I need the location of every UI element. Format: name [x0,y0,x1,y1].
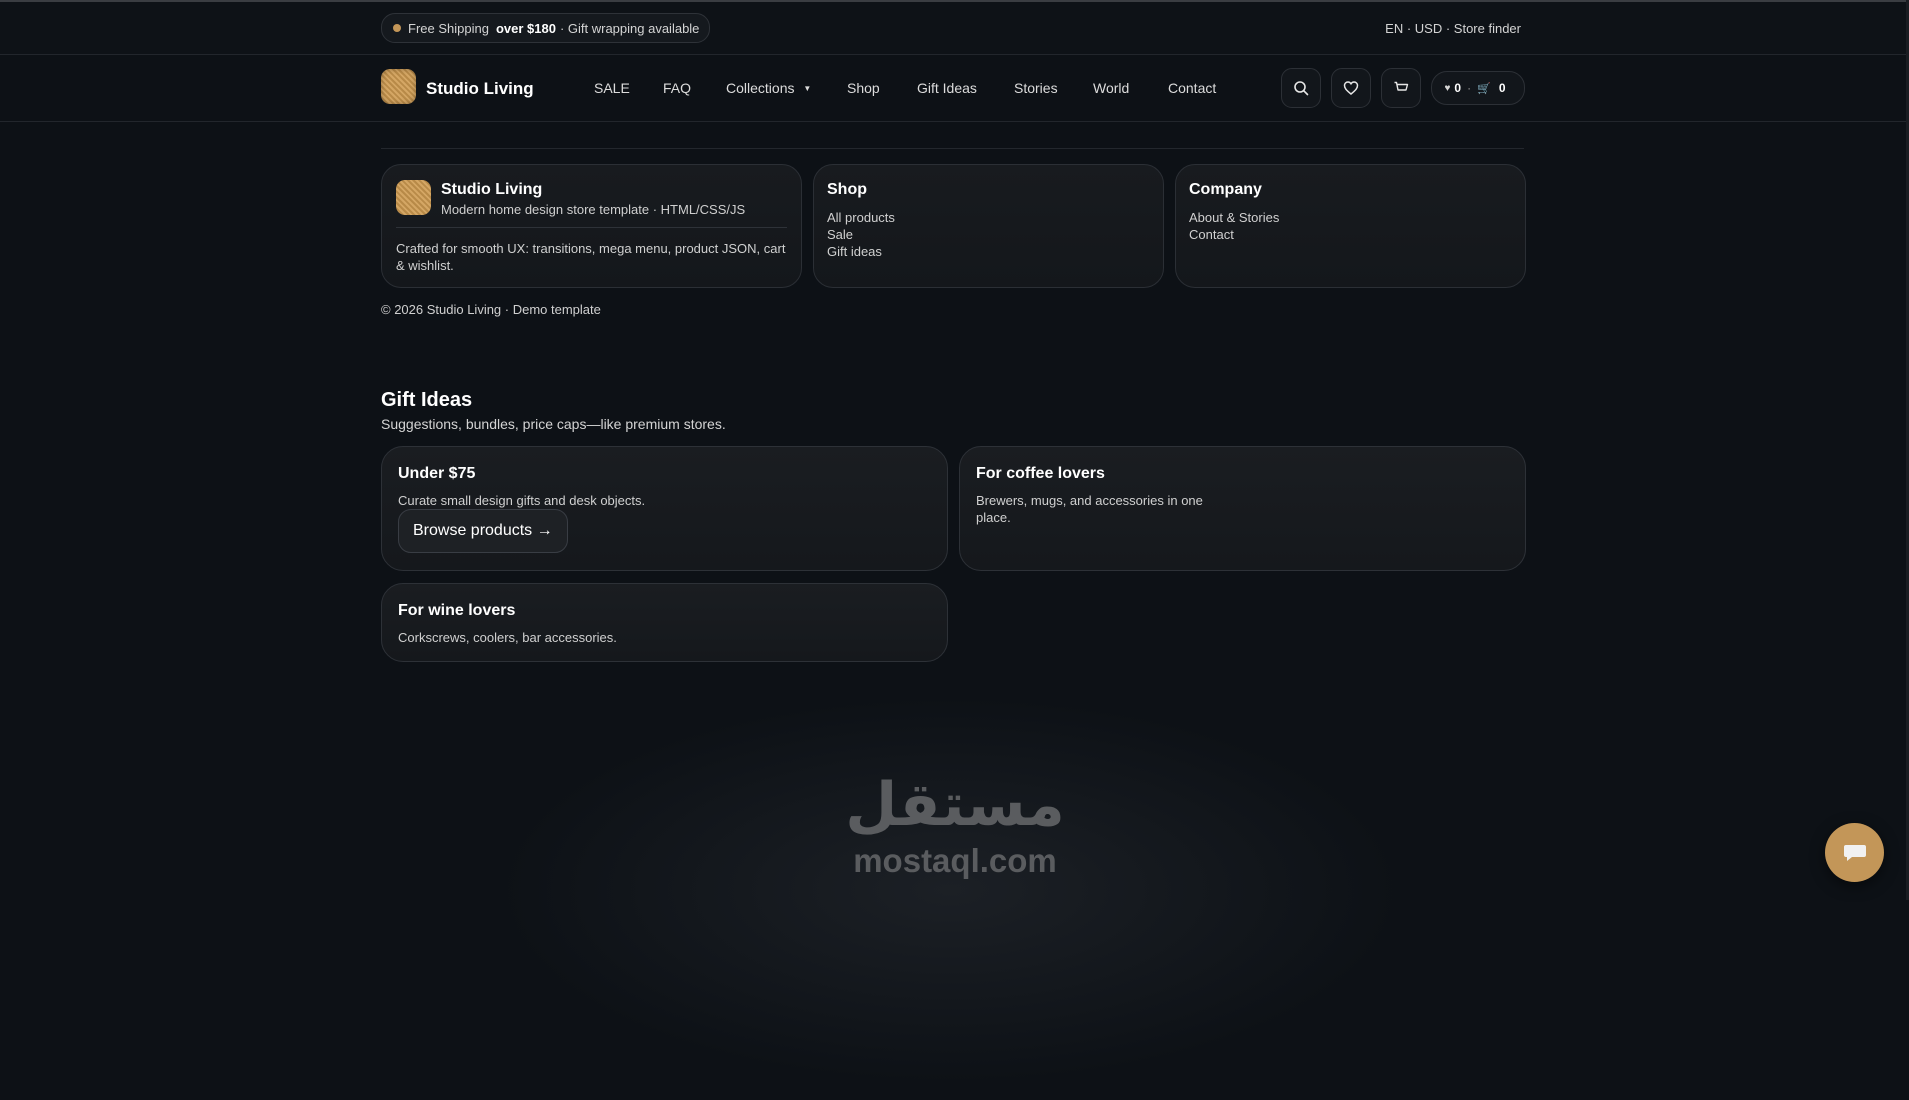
watermark-arabic: مستقل [845,770,1065,840]
heart-small-icon: ♥ [1444,82,1451,94]
nav-shop[interactable]: Shop [847,80,880,96]
gift-card-under-75[interactable]: Under $75 Curate small design gifts and … [381,446,948,571]
gift-card-wine-lovers[interactable]: For wine lovers Corkscrews, coolers, bar… [381,583,948,662]
utility-links[interactable]: EN · USD · Store finder [1385,21,1521,36]
brand-logo-small [396,180,431,215]
nav-world[interactable]: World [1093,80,1129,96]
divider [396,227,787,228]
cart-icon [1394,81,1409,91]
footer-link-about-stories[interactable]: About & Stories [1189,209,1279,226]
shipping-label: Free Shipping [408,20,489,36]
footer-link-sale[interactable]: Sale [827,226,895,243]
search-button[interactable] [1281,68,1321,108]
gift-card-description: Corkscrews, coolers, bar accessories. [398,630,617,645]
gift-card-title: Under $75 [398,465,476,482]
nav-stories[interactable]: Stories [1014,80,1058,96]
caret-down-icon: ▼ [803,84,812,93]
announcement-bar: Free Shipping over $180 · Gift wrapping … [0,2,1906,55]
footer-shop-links: All products Sale Gift ideas [827,209,895,260]
footer-shop-title: Shop [827,181,867,198]
site-header: Studio Living SALE FAQ Collections ▼ Sho… [0,55,1906,122]
wishlist-button[interactable] [1331,68,1371,108]
search-icon [1294,81,1309,96]
nav-contact[interactable]: Contact [1168,80,1216,96]
footer-link-gift-ideas[interactable]: Gift ideas [827,243,895,260]
shipping-threshold: over $180 [495,20,556,36]
gift-card-description: Curate small design gifts and desk objec… [398,493,646,508]
chat-bubble-icon [1843,844,1866,861]
brand-logo[interactable] [381,69,416,104]
gift-card-description: Brewers, mugs, and accessories in one pl… [976,493,1203,525]
gift-ideas-title: Gift Ideas [381,389,473,411]
footer-brand-description: Crafted for smooth UX: transitions, mega… [396,241,786,273]
browse-products-button[interactable]: Browse products → [398,509,568,553]
nav-gift-ideas[interactable]: Gift Ideas [917,80,977,96]
gift-ideas-subtitle: Suggestions, bundles, price caps—like pr… [381,416,726,432]
chat-button[interactable] [1825,823,1884,882]
footer-company-title: Company [1189,181,1262,198]
footer-brand-subtitle: Modern home design store template · HTML… [441,202,746,217]
copyright: © 2026 Studio Living · Demo template [381,302,601,317]
footer-link-all-products[interactable]: All products [827,209,895,226]
footer-brand-card: Studio Living Modern home design store t… [381,164,802,288]
background-glow [460,680,1440,1100]
nav-faq[interactable]: FAQ [663,80,691,96]
wishlist-cart-counter[interactable]: ♥ 0 · 🛒 0 [1431,71,1525,105]
cart-small-icon: 🛒 [1477,82,1491,95]
nav-collections-label: Collections [726,80,795,96]
shipping-pill: Free Shipping over $180 · Gift wrapping … [381,13,711,43]
footer-brand-title: Studio Living [441,181,543,198]
watermark-latin: mostaql.com [853,842,1057,879]
nav-sale[interactable]: SALE [594,80,630,96]
separator: · [1467,81,1472,95]
heart-icon [1343,81,1359,95]
wishlist-count: 0 [1454,81,1462,95]
gift-card-title: For coffee lovers [976,465,1105,482]
brand-name[interactable]: Studio Living [426,79,534,99]
footer-company-links: About & Stories Contact [1189,209,1279,243]
nav-collections[interactable]: Collections ▼ [726,80,811,96]
gift-card-title: For wine lovers [398,602,516,619]
cart-button[interactable] [1381,68,1421,108]
gift-wrap-text: · Gift wrapping available [559,20,700,36]
status-dot-icon [393,24,401,32]
footer-link-contact[interactable]: Contact [1189,226,1279,243]
footer-shop-card: Shop All products Sale Gift ideas [813,164,1164,288]
divider [381,148,1524,149]
cart-count: 0 [1498,81,1506,95]
footer-company-card: Company About & Stories Contact [1175,164,1526,288]
gift-card-coffee-lovers[interactable]: For coffee lovers Brewers, mugs, and acc… [959,446,1526,571]
